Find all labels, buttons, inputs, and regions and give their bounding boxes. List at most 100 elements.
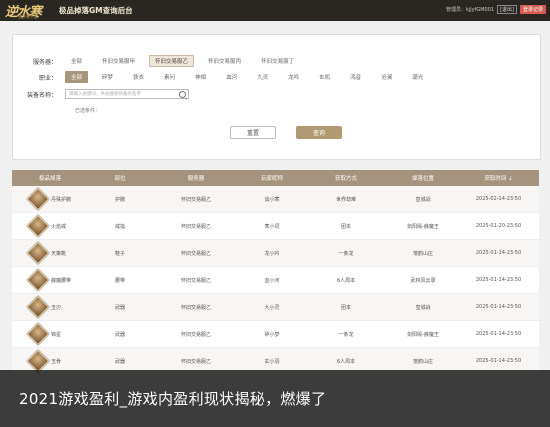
location-cell: 落鹤山庄: [412, 358, 433, 365]
profession-option[interactable]: 碎梦: [96, 71, 119, 83]
item-cell: 薛魔腰带: [12, 268, 88, 292]
item-name: 火焰戒: [51, 223, 67, 230]
user-label: 管理员：kjjyfGM001: [445, 7, 495, 13]
slot-cell: 戒指: [114, 223, 125, 230]
profession-option[interactable]: 九灵: [251, 71, 274, 83]
profession-filter-label: 职业：: [38, 74, 57, 82]
method-cell: 6人周本: [336, 277, 356, 284]
equipment-icon: [26, 295, 50, 319]
equipment-search-input[interactable]: 请输入关键词，共总搜索装备的名字: [65, 89, 189, 99]
profession-option[interactable]: 血河: [220, 71, 243, 83]
column-header: 掉落位置: [411, 176, 434, 182]
profession-filter-row: 职业： 全部 碎梦 铁衣 素问 神相 血河 九灵 龙吟 玄机 鸿音 沧澜 潮光: [13, 71, 437, 83]
equipment-icon: [26, 349, 50, 373]
server-cell: 怀旧交易服乙: [180, 358, 211, 365]
filter-panel: 服务器： 全部 怀旧交易服甲 怀旧交易服乙 怀旧交易服丙 怀旧交易服丁 职业： …: [12, 34, 541, 160]
location-cell: 武林风云录: [410, 277, 436, 284]
table-row[interactable]: 天策靴 鞋子 怀旧交易服乙 龙小吟 一条龙 落鹤山庄 2025-01-14-23…: [12, 240, 539, 267]
time-cell: 2025-01-14-23:50: [475, 358, 522, 364]
reset-button[interactable]: 重置: [230, 126, 276, 139]
server-cell: 怀旧交易服乙: [180, 331, 211, 338]
time-cell: 2025-02-14-23:50: [475, 196, 522, 202]
time-cell: 2025-01-14-23:50: [475, 250, 522, 256]
player-cell: 血小河: [264, 277, 280, 284]
method-cell: 世界劫难: [335, 196, 356, 203]
server-cell: 怀旧交易服乙: [180, 250, 211, 257]
sort-time-header[interactable]: 获取时间 ↓: [458, 174, 539, 182]
column-header: 服务器: [187, 176, 205, 182]
equipment-filter-row: 装备名称： 请输入关键词，共总搜索装备的名字: [13, 89, 189, 99]
user-area: 管理员：kjjyfGM001 [退出] 登录记录: [446, 5, 546, 14]
server-option[interactable]: 怀旧交易服丁: [255, 55, 300, 67]
server-filter-row: 服务器： 全部 怀旧交易服甲 怀旧交易服乙 怀旧交易服丙 怀旧交易服丁: [13, 55, 308, 67]
column-header: 玩家昵称: [260, 176, 283, 182]
equipment-icon: [26, 322, 50, 346]
search-icon[interactable]: [179, 91, 186, 98]
profession-option[interactable]: 铁衣: [127, 71, 150, 83]
profession-option[interactable]: 素问: [158, 71, 181, 83]
table-row[interactable]: 玉刃 武器 怀旧交易服乙 九小灵 团本 皇城战 2025-01-14-23:50: [12, 294, 539, 321]
item-cell: 锦星: [12, 322, 88, 346]
item-name: 玉骨: [51, 358, 62, 365]
server-filter-label: 服务器：: [32, 58, 57, 66]
slot-cell: 护腕: [114, 196, 125, 203]
time-cell: 2025-01-14-23:50: [475, 304, 522, 310]
profession-option[interactable]: 龙吟: [282, 71, 305, 83]
table-row[interactable]: 薛魔腰带 腰带 怀旧交易服乙 血小河 6人周本 武林风云录 2025-01-14…: [12, 267, 539, 294]
logout-link[interactable]: [退出]: [497, 5, 517, 14]
table-row[interactable]: 锦星 武器 怀旧交易服乙 碎小梦 一条龙 剑阳殿-薛魔王 2025-01-14-…: [12, 321, 539, 348]
logo-subtext: 逆水寒手游: [18, 14, 38, 19]
server-option[interactable]: 怀旧交易服甲: [96, 55, 141, 67]
query-button[interactable]: 查询: [296, 126, 342, 139]
server-cell: 怀旧交易服乙: [180, 277, 211, 284]
caption-banner: 2021游戏盈利_游戏内盈利现状揭秘，燃爆了: [0, 370, 550, 427]
top-bar: 逆水寒 逆水寒手游 极品掉落GM查询后台 管理员：kjjyfGM001 [退出]…: [0, 0, 550, 21]
profession-option[interactable]: 神相: [189, 71, 212, 83]
time-cell: 2025-01-14-23:50: [475, 277, 522, 283]
profession-option[interactable]: 玄机: [313, 71, 336, 83]
location-cell: 落鹤山庄: [412, 250, 433, 257]
equipment-icon: [26, 187, 50, 211]
table-row[interactable]: 丹殊护腕 护腕 怀旧交易服乙 谈小寒 世界劫难 皇城战 2025-02-14-2…: [12, 186, 539, 213]
equipment-icon: [26, 268, 50, 292]
table-row[interactable]: 火焰戒 戒指 怀旧交易服乙 寒小词 团本 剑阳殿-薛魔王 2025-01-20-…: [12, 213, 539, 240]
selected-conditions: 已选条件：: [75, 108, 101, 114]
player-cell: 谈小寒: [264, 196, 280, 203]
profession-option[interactable]: 鸿音: [344, 71, 367, 83]
player-cell: 龙小吟: [264, 250, 280, 257]
equipment-icon: [26, 214, 50, 238]
location-cell: 剑阳殿-薛魔王: [407, 331, 439, 338]
method-cell: 6人周本: [336, 358, 356, 365]
method-cell: 团本: [340, 304, 351, 311]
method-cell: 团本: [340, 223, 351, 230]
item-cell: 玉骨: [12, 349, 88, 373]
server-option-selected[interactable]: 怀旧交易服乙: [149, 55, 195, 67]
server-option[interactable]: 全部: [65, 55, 88, 67]
method-cell: 一条龙: [338, 331, 354, 338]
profession-option[interactable]: 沧澜: [375, 71, 398, 83]
item-name: 玉刃: [51, 304, 62, 311]
time-cell: 2025-01-20-23:50: [475, 223, 522, 229]
profession-option-selected[interactable]: 全部: [65, 71, 89, 83]
slot-cell: 武器: [114, 304, 125, 311]
location-cell: 皇城战: [415, 304, 431, 311]
app-title: 极品掉落GM查询后台: [59, 6, 133, 15]
profession-option[interactable]: 潮光: [406, 71, 429, 83]
logo: 逆水寒 逆水寒手游: [0, 0, 55, 21]
item-cell: 玉刃: [12, 295, 88, 319]
item-name: 丹殊护腕: [51, 196, 72, 203]
slot-cell: 武器: [114, 358, 125, 365]
player-cell: 九小灵: [264, 304, 280, 311]
item-cell: 火焰戒: [12, 214, 88, 238]
column-header: 极品掉落: [38, 176, 61, 182]
location-cell: 皇城战: [415, 196, 431, 203]
item-name: 锦星: [51, 331, 62, 338]
table-header: 极品掉落 部位 服务器 玩家昵称 获取方式 掉落位置 获取时间 ↓: [12, 170, 539, 186]
login-record-button[interactable]: 登录记录: [519, 5, 546, 14]
slot-cell: 武器: [114, 331, 125, 338]
server-cell: 怀旧交易服乙: [180, 196, 211, 203]
time-cell: 2025-01-14-23:50: [475, 331, 522, 337]
server-option[interactable]: 怀旧交易服丙: [202, 55, 247, 67]
equipment-icon: [26, 241, 50, 265]
slot-cell: 腰带: [114, 277, 125, 284]
